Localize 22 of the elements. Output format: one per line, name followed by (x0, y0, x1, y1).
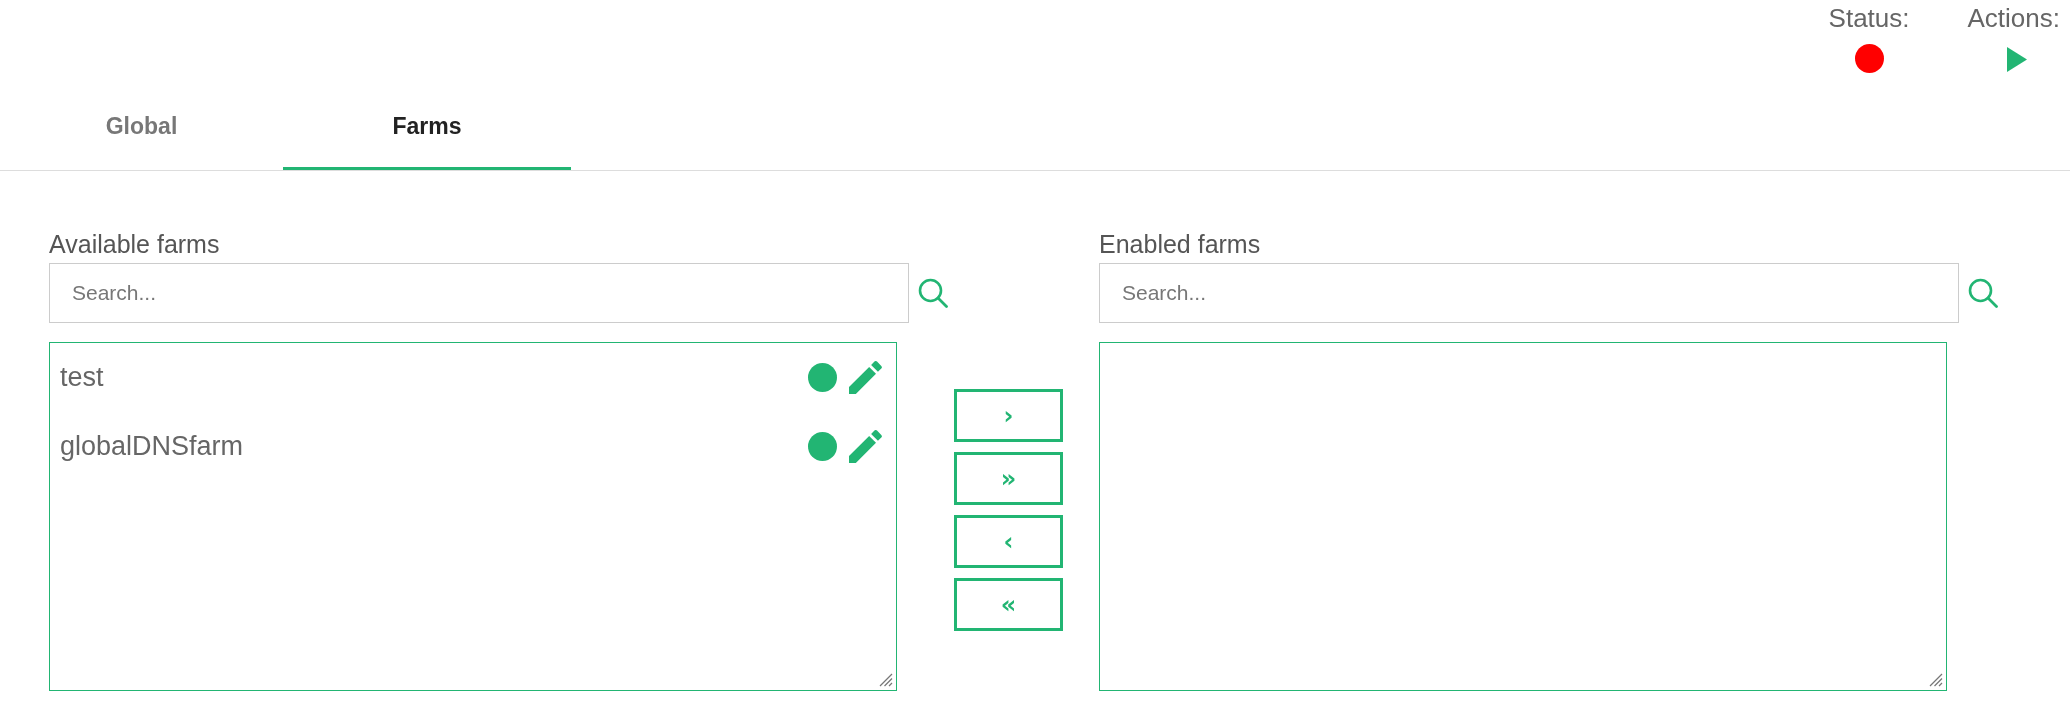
farm-list-box[interactable]: test globalDNSfarm (49, 342, 897, 691)
resize-handle-icon[interactable] (1929, 673, 1943, 687)
status-label: Status: (1828, 3, 1910, 33)
play-icon[interactable] (2006, 47, 2027, 72)
pencil-icon[interactable] (849, 361, 882, 394)
resize-handle-icon[interactable] (879, 673, 893, 687)
panel-title: Enabled farms (1099, 229, 1261, 259)
farm-list-item[interactable]: globalDNSfarm (50, 412, 896, 481)
transfer-button[interactable]: ‹ (954, 515, 1063, 568)
tab[interactable]: Farms (283, 90, 571, 170)
actions-label: Actions: (1967, 3, 2060, 33)
tab[interactable]: Global (0, 90, 283, 170)
farm-list-item[interactable]: test (50, 343, 896, 412)
panel-title: Available farms (49, 229, 220, 259)
search-icon[interactable] (918, 278, 948, 308)
search-icon[interactable] (1968, 278, 1998, 308)
search-field[interactable]: Search... (1099, 263, 1959, 323)
transfer-button[interactable]: » (954, 452, 1063, 505)
search-field[interactable]: Search... (49, 263, 909, 323)
transfer-button[interactable]: « (954, 578, 1063, 631)
transfer-button[interactable]: › (954, 389, 1063, 442)
pencil-icon[interactable] (849, 430, 882, 463)
